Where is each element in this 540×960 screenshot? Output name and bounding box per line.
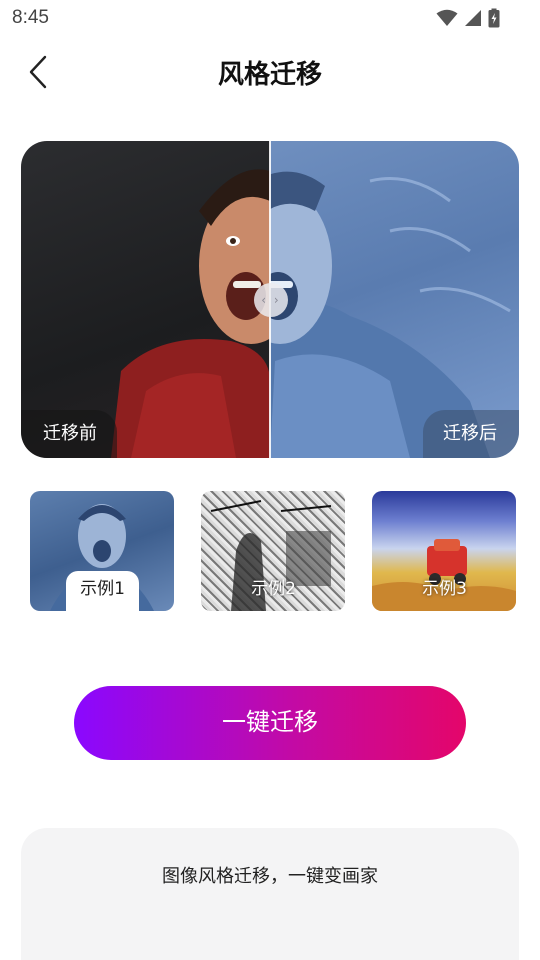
info-card: 图像风格迁移，一键变画家 — [21, 828, 519, 960]
compare-drag-handle[interactable]: ‹ › — [254, 283, 288, 317]
info-text: 图像风格迁移，一键变画家 — [162, 866, 378, 887]
status-time: 8:45 — [12, 7, 49, 28]
battery-icon — [488, 8, 500, 28]
example-thumbnail-2[interactable]: 示例2 — [201, 491, 345, 611]
example-label-2: 示例2 — [251, 579, 296, 599]
wifi-icon — [436, 9, 458, 26]
after-label: 迁移后 — [423, 410, 519, 458]
header: 风格迁移 — [0, 40, 540, 104]
before-label: 迁移前 — [21, 410, 117, 458]
one-click-transfer-button[interactable]: 一键迁移 — [74, 686, 466, 760]
status-bar: 8:45 — [0, 0, 540, 36]
status-icons — [436, 8, 500, 28]
example-label-3: 示例3 — [422, 579, 467, 599]
example-thumbnail-3[interactable]: 示例3 — [372, 491, 516, 611]
before-after-compare[interactable]: ‹ › 迁移前 迁移后 — [21, 141, 519, 458]
example-label-1: 示例1 — [66, 571, 139, 611]
page-title: 风格迁移 — [217, 60, 322, 90]
cellular-signal-icon — [465, 10, 481, 26]
example-list: 示例1 示例2 示例3 — [30, 491, 516, 611]
example-thumbnail-1[interactable]: 示例1 — [30, 491, 174, 611]
